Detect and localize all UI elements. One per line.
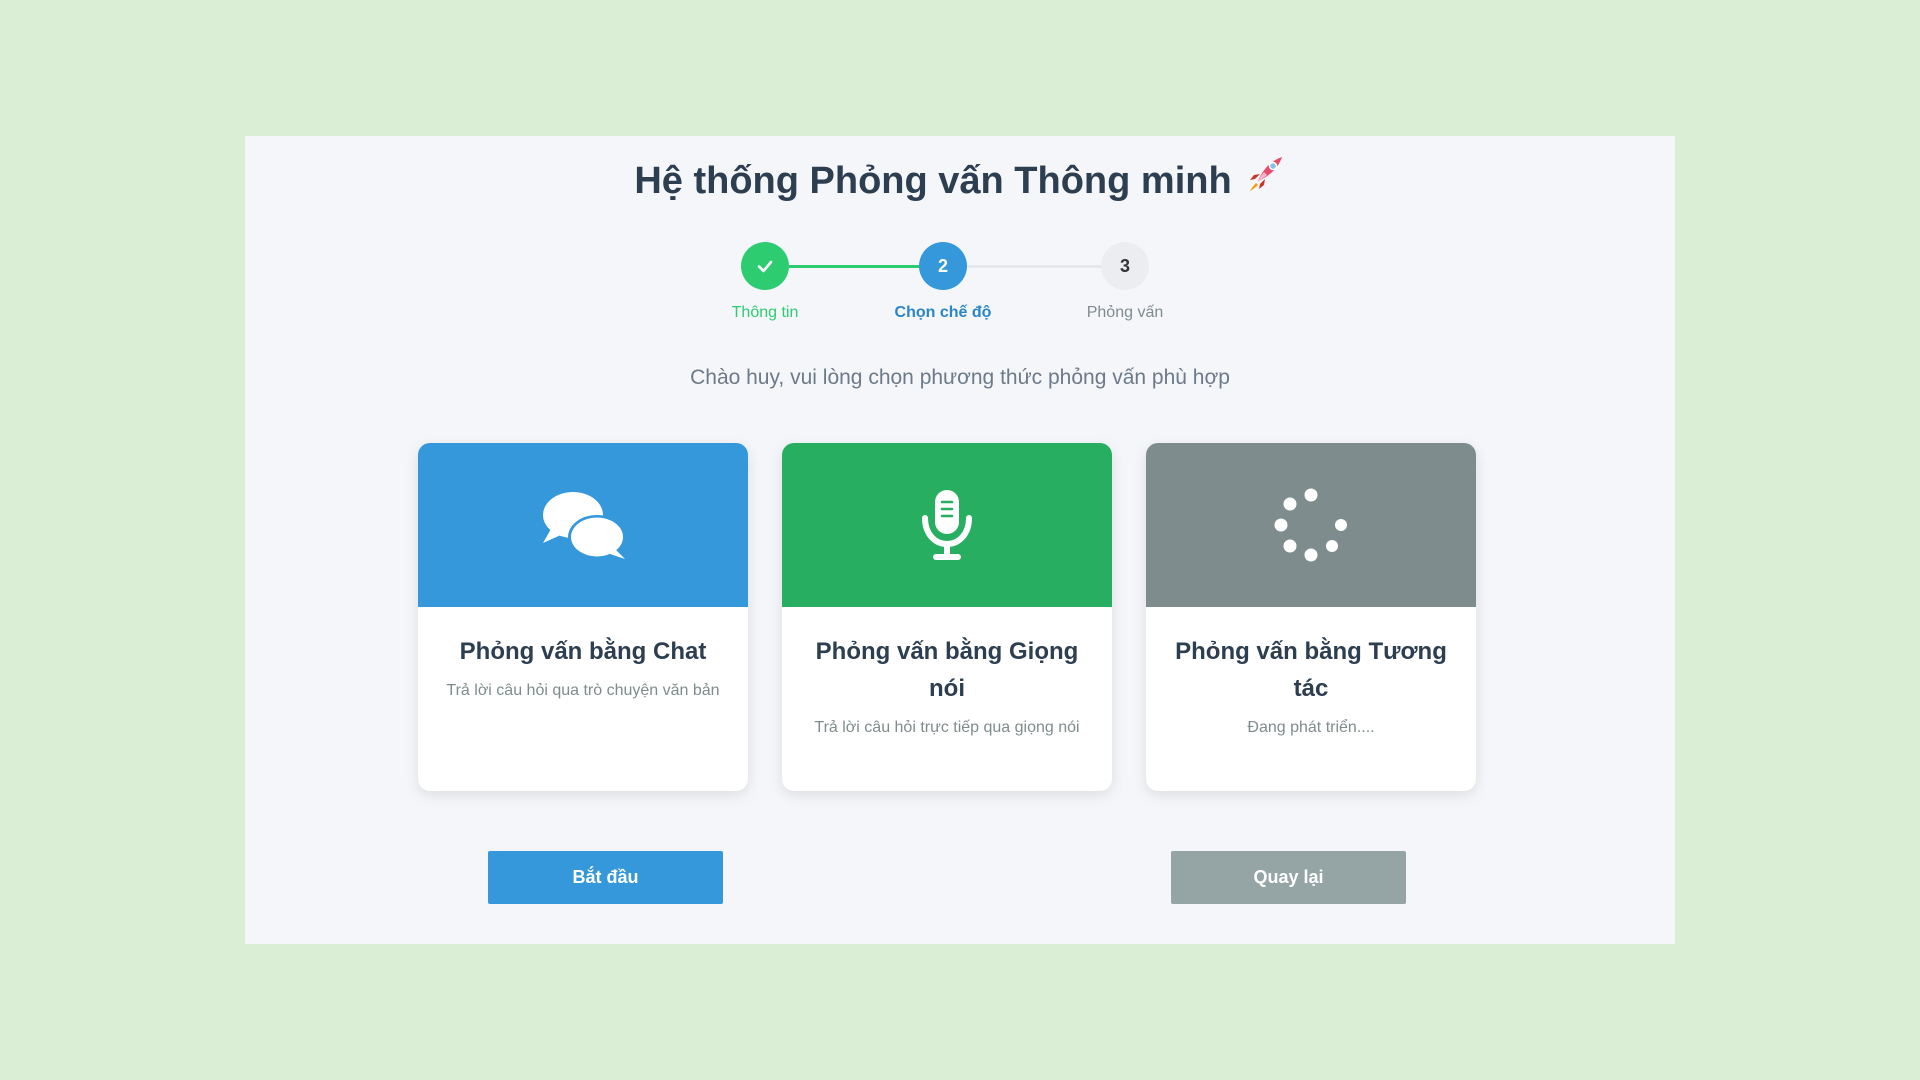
main-panel: Hệ thống Phỏng vấn Thông minh Thông tin … [245, 136, 1675, 944]
check-icon [757, 260, 773, 273]
spinner-icon [1274, 488, 1347, 562]
step-interview: 3 Phỏng vấn [1055, 242, 1195, 322]
chat-card-description: Trả lời câu hỏi qua trò chuyện văn bản [446, 682, 720, 699]
page-title: Hệ thống Phỏng vấn Thông minh [245, 156, 1675, 206]
voice-card-title: Phỏng vấn bằng Giọng nói [815, 638, 1079, 702]
interactive-card-header [1146, 443, 1476, 607]
voice-mode-card[interactable]: Phỏng vấn bằng Giọng nói Trả lời câu hỏi… [782, 443, 1112, 791]
step-choose-mode: 2 Chọn chế độ [873, 242, 1013, 322]
voice-card-body: Phỏng vấn bằng Giọng nói Trả lời câu hỏi… [782, 607, 1112, 737]
voice-card-header [782, 443, 1112, 607]
rocket-icon [1246, 153, 1286, 206]
chat-mode-card[interactable]: Phỏng vấn bằng Chat Trả lời câu hỏi qua … [418, 443, 748, 791]
chat-bubbles-icon [543, 492, 626, 559]
chat-card-title: Phỏng vấn bằng Chat [459, 638, 707, 665]
voice-card-description: Trả lời câu hỏi trực tiếp qua giọng nói [814, 719, 1080, 736]
back-button[interactable]: Quay lại [1171, 851, 1406, 904]
interactive-card-title: Phỏng vấn bằng Tương tác [1175, 638, 1447, 702]
chat-card-header [418, 443, 748, 607]
step-2-label: Chọn chế độ [894, 304, 992, 321]
chat-card-body: Phỏng vấn bằng Chat Trả lời câu hỏi qua … [418, 607, 748, 700]
step-3-label: Phỏng vấn [1086, 304, 1164, 321]
interactive-card-body: Phỏng vấn bằng Tương tác Đang phát triển… [1146, 607, 1476, 737]
step-1-circle [741, 242, 789, 290]
interactive-mode-card[interactable]: Phỏng vấn bằng Tương tác Đang phát triển… [1146, 443, 1476, 791]
greeting-text: Chào huy, vui lòng chọn phương thức phỏn… [690, 366, 1230, 389]
interactive-card-description: Đang phát triển.... [1247, 719, 1375, 736]
step-2-circle: 2 [919, 242, 967, 290]
page-title-text: Hệ thống Phỏng vấn Thông minh [634, 160, 1232, 202]
step-info: Thông tin [695, 242, 835, 322]
step-3-circle: 3 [1101, 242, 1149, 290]
start-button[interactable]: Bắt đầu [488, 851, 723, 904]
step-1-label: Thông tin [731, 304, 799, 321]
microphone-icon [922, 490, 972, 560]
